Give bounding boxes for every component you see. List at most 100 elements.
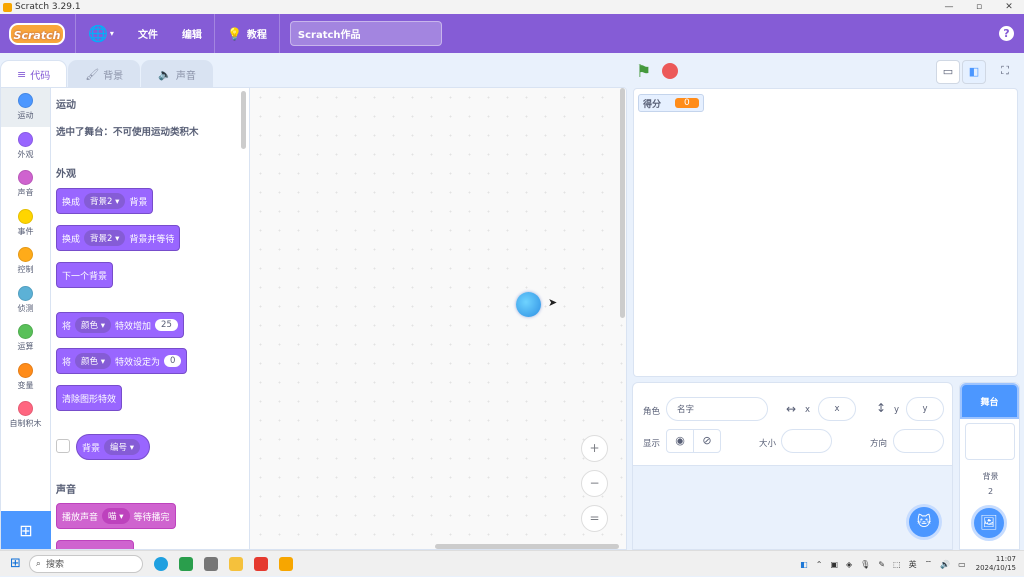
minimize-button[interactable]: — [934, 0, 964, 14]
variable-monitor[interactable]: 得分 0 [638, 94, 704, 112]
script-area[interactable]: ➤ + − = [251, 88, 626, 549]
category-menu: 运动 外观 声音 事件 控制 侦测 运算 变量 自制积木 ⊞ [1, 88, 51, 549]
tray-app-icon[interactable]: ◈ [846, 560, 852, 569]
tab-sounds[interactable]: 🔈 声音 [141, 60, 213, 88]
backdrop-dropdown[interactable]: 背景2 ▾ [84, 230, 126, 246]
tray-app-icon[interactable]: ✎ [878, 560, 885, 569]
choose-sprite-button[interactable]: 🐱 [906, 504, 942, 540]
category-variables[interactable]: 变量 [1, 358, 50, 397]
backdrop-monitor-checkbox[interactable] [56, 439, 70, 453]
add-extension-button[interactable]: ⊞ [1, 511, 51, 549]
stop-icon[interactable] [662, 63, 678, 79]
language-menu[interactable]: 🌐 ▾ [76, 14, 126, 53]
category-sound[interactable]: 声音 [1, 165, 50, 204]
input-method-label[interactable]: 英 [909, 559, 917, 570]
tutorials-menu[interactable]: 💡 教程 [215, 14, 279, 53]
mic-icon[interactable]: 🎙 [860, 560, 870, 569]
choose-backdrop-button[interactable]: 🖼 [971, 505, 1007, 541]
scratch-taskbar-icon[interactable] [278, 556, 293, 571]
script-horizontal-scrollbar[interactable] [435, 544, 619, 549]
wps-icon[interactable] [253, 556, 268, 571]
taskbar-search[interactable]: ⌕ 搜索 [28, 554, 143, 573]
wifi-icon[interactable]: ⌔ [925, 559, 933, 569]
stage-selector-title: 舞台 [960, 383, 1019, 419]
block-text: 换成 [62, 197, 81, 208]
project-title-input[interactable] [289, 21, 442, 46]
system-tray: ◧ ⌃ ▣ ◈ 🎙 ✎ ⬚ 英 ⌔ 🔊 ▭ 11:07 2024/10/15 [792, 551, 1016, 577]
show-sprite-button[interactable]: ◉ [666, 429, 694, 453]
camera-icon[interactable] [203, 556, 218, 571]
cat-icon: 🐱 [916, 514, 932, 530]
direction-field[interactable] [893, 429, 944, 453]
hide-sprite-button[interactable]: ⊘ [693, 429, 721, 453]
y-label: y [894, 405, 900, 415]
script-vertical-scrollbar[interactable] [620, 88, 625, 318]
fullscreen-button[interactable]: ⛶ [993, 60, 1017, 84]
effect-dropdown[interactable]: 颜色 ▾ [75, 353, 112, 369]
app-icon[interactable] [178, 556, 193, 571]
clock-time: 11:07 [995, 555, 1016, 563]
block-clear-effects[interactable]: 清除图形特效 [56, 385, 123, 411]
category-label: 运算 [17, 342, 34, 352]
widget-icon[interactable]: ◧ [800, 560, 808, 569]
small-stage-button[interactable]: ▭ [936, 60, 960, 84]
close-button[interactable]: ✕ [994, 0, 1024, 14]
x-label: x [805, 405, 811, 415]
sprite-name-field[interactable]: 名字 [666, 397, 768, 421]
edit-menu[interactable]: 编辑 [170, 14, 214, 53]
normal-stage-button[interactable]: ◧ [962, 60, 986, 84]
backdrop-dropdown[interactable]: 背景2 ▾ [84, 193, 126, 209]
zoom-in-button[interactable]: + [581, 435, 608, 462]
chevron-down-icon: ▾ [129, 443, 135, 453]
clock[interactable]: 11:07 2024/10/15 [976, 555, 1016, 573]
tab-code[interactable]: ≡ 代码 [0, 60, 68, 88]
block-set-effect[interactable]: 将 颜色 ▾ 特效设定为 0 [56, 348, 188, 374]
category-looks[interactable]: 外观 [1, 127, 50, 166]
chevron-down-icon: ▾ [115, 234, 120, 244]
windows-start-icon[interactable]: ⊞ [10, 556, 21, 571]
help-icon[interactable]: ? [999, 26, 1014, 41]
x-position-field[interactable]: x [818, 397, 856, 421]
stage-selector[interactable]: 舞台 背景 2 🖼 [959, 382, 1020, 550]
category-operators[interactable]: 运算 [1, 319, 50, 358]
block-change-effect[interactable]: 将 颜色 ▾ 特效增加 25 [56, 312, 184, 338]
category-sensing[interactable]: 侦测 [1, 281, 50, 320]
y-position-field[interactable]: y [906, 397, 944, 421]
block-start-sound[interactable] [56, 540, 134, 549]
file-menu[interactable]: 文件 [126, 14, 170, 53]
zoom-reset-button[interactable]: = [581, 505, 608, 532]
backdrop-attribute-dropdown[interactable]: 编号 ▾ [104, 439, 141, 455]
zoom-out-button[interactable]: − [581, 470, 608, 497]
tab-backdrops[interactable]: 🖌 背景 [68, 60, 141, 88]
category-motion[interactable]: 运动 [1, 88, 50, 127]
chevron-up-icon[interactable]: ⌃ [816, 560, 823, 569]
block-switch-backdrop[interactable]: 换成 背景2 ▾ 背景 [56, 188, 154, 214]
edge-icon[interactable] [153, 556, 168, 571]
sound-dropdown[interactable]: 喵 ▾ [102, 508, 130, 524]
category-label: 事件 [17, 226, 34, 236]
category-my-blocks[interactable]: 自制积木 [1, 396, 50, 435]
category-events[interactable]: 事件 [1, 204, 50, 243]
volume-icon[interactable]: 🔊 [940, 560, 950, 569]
tray-app-icon[interactable]: ▣ [830, 560, 838, 569]
block-next-backdrop[interactable]: 下一个背景 [56, 262, 114, 288]
tray-app-icon[interactable]: ⬚ [893, 560, 901, 569]
green-flag-icon[interactable]: ⚑ [636, 62, 651, 82]
scratch-logo[interactable]: Scratch [9, 22, 65, 45]
category-control[interactable]: 控制 [1, 242, 50, 281]
folder-icon[interactable] [228, 556, 243, 571]
palette-scrollbar[interactable] [241, 91, 246, 149]
sound-dot-icon [18, 170, 33, 186]
number-input[interactable]: 25 [155, 319, 178, 331]
stage-canvas[interactable]: 得分 0 [633, 88, 1018, 377]
block-switch-backdrop-and-wait[interactable]: 换成 背景2 ▾ 背景并等待 [56, 225, 181, 251]
effect-dropdown[interactable]: 颜色 ▾ [75, 317, 112, 333]
backdrop-thumbnail [965, 423, 1015, 460]
restore-button[interactable]: ▫ [964, 0, 994, 14]
block-backdrop-number[interactable]: 背景 编号 ▾ [76, 434, 151, 460]
battery-icon[interactable]: ▭ [958, 560, 966, 569]
dropdown-value: 背景2 [90, 234, 113, 244]
size-field[interactable] [781, 429, 832, 453]
number-input[interactable]: 0 [164, 355, 182, 367]
block-play-sound-until-done[interactable]: 播放声音 喵 ▾ 等待播完 [56, 503, 176, 529]
